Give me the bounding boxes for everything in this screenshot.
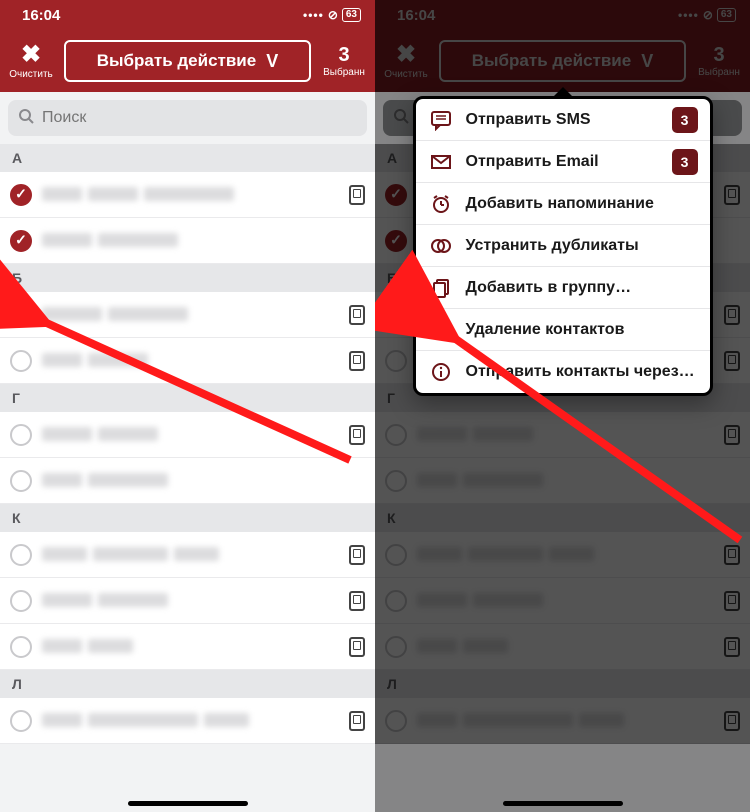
selected-count: 3 Выбранн: [319, 44, 369, 78]
menu-item-reminder[interactable]: Добавить напоминание: [416, 183, 710, 225]
phone-right: 16:04 •••• ⊘ 63 ✖ Очистить Выбрать дейст…: [375, 0, 750, 812]
delete-icon: [428, 317, 454, 343]
contact-row[interactable]: [0, 532, 375, 578]
info-icon: [428, 359, 454, 385]
checkbox-checked[interactable]: [10, 184, 32, 206]
contact-row[interactable]: [0, 458, 375, 504]
contact-row[interactable]: [0, 218, 375, 264]
checkbox[interactable]: [10, 470, 32, 492]
count-badge: 3: [672, 149, 698, 175]
search-input[interactable]: [42, 109, 357, 127]
dedupe-icon: [428, 233, 454, 259]
menu-item-delete[interactable]: Удаление контактов: [416, 309, 710, 351]
contact-row[interactable]: [0, 698, 375, 744]
contact-row[interactable]: [0, 338, 375, 384]
select-action-button[interactable]: Выбрать действие V: [64, 40, 311, 82]
menu-item-share[interactable]: Отправить контакты через…: [416, 351, 710, 393]
phone-icon: [349, 545, 365, 565]
menu-item-sms[interactable]: Отправить SMS 3: [416, 99, 710, 141]
link-icon: ⊘: [328, 8, 338, 22]
search-icon: [18, 108, 34, 129]
chevron-down-icon: V: [266, 51, 278, 72]
checkbox-checked[interactable]: [10, 304, 32, 326]
checkbox[interactable]: [10, 424, 32, 446]
phone-icon: [349, 591, 365, 611]
email-icon: [428, 149, 454, 175]
section-header: Г: [0, 384, 375, 412]
menu-item-group[interactable]: Добавить в группу…: [416, 267, 710, 309]
contact-row[interactable]: [0, 578, 375, 624]
section-header: Л: [0, 670, 375, 698]
section-header: К: [0, 504, 375, 532]
phone-icon: [349, 425, 365, 445]
phone-icon: [349, 351, 365, 371]
contact-row[interactable]: [0, 412, 375, 458]
signal-icon: ••••: [303, 8, 324, 22]
clear-button[interactable]: ✖ Очистить: [6, 43, 56, 80]
status-bar: 16:04 •••• ⊘ 63: [0, 0, 375, 30]
contact-row[interactable]: [0, 624, 375, 670]
home-indicator[interactable]: [503, 801, 623, 806]
checkbox[interactable]: [10, 590, 32, 612]
checkbox[interactable]: [10, 636, 32, 658]
contact-row[interactable]: [0, 172, 375, 218]
phone-icon: [349, 711, 365, 731]
count-badge: 3: [672, 107, 698, 133]
copy-icon: [428, 275, 454, 301]
contacts-list[interactable]: А Б Г: [0, 144, 375, 812]
sms-icon: [428, 107, 454, 133]
action-menu-popover: Отправить SMS 3 Отправить Email 3 Добави…: [413, 96, 713, 396]
phone-icon: [349, 185, 365, 205]
close-icon: ✖: [21, 43, 41, 67]
menu-item-email[interactable]: Отправить Email 3: [416, 141, 710, 183]
phone-icon: [349, 305, 365, 325]
home-indicator[interactable]: [128, 801, 248, 806]
section-header: Б: [0, 264, 375, 292]
phone-left: 16:04 •••• ⊘ 63 ✖ Очистить Выбрать дейст…: [0, 0, 375, 812]
section-header: А: [0, 144, 375, 172]
clock-icon: [428, 191, 454, 217]
checkbox[interactable]: [10, 710, 32, 732]
battery-icon: 63: [342, 8, 361, 22]
checkbox[interactable]: [10, 350, 32, 372]
contact-row[interactable]: [0, 292, 375, 338]
status-time: 16:04: [22, 7, 60, 24]
checkbox[interactable]: [10, 544, 32, 566]
menu-item-dedupe[interactable]: Устранить дубликаты: [416, 225, 710, 267]
phone-icon: [349, 637, 365, 657]
checkbox-checked[interactable]: [10, 230, 32, 252]
status-right: •••• ⊘ 63: [303, 8, 361, 22]
search-field[interactable]: [8, 100, 367, 136]
